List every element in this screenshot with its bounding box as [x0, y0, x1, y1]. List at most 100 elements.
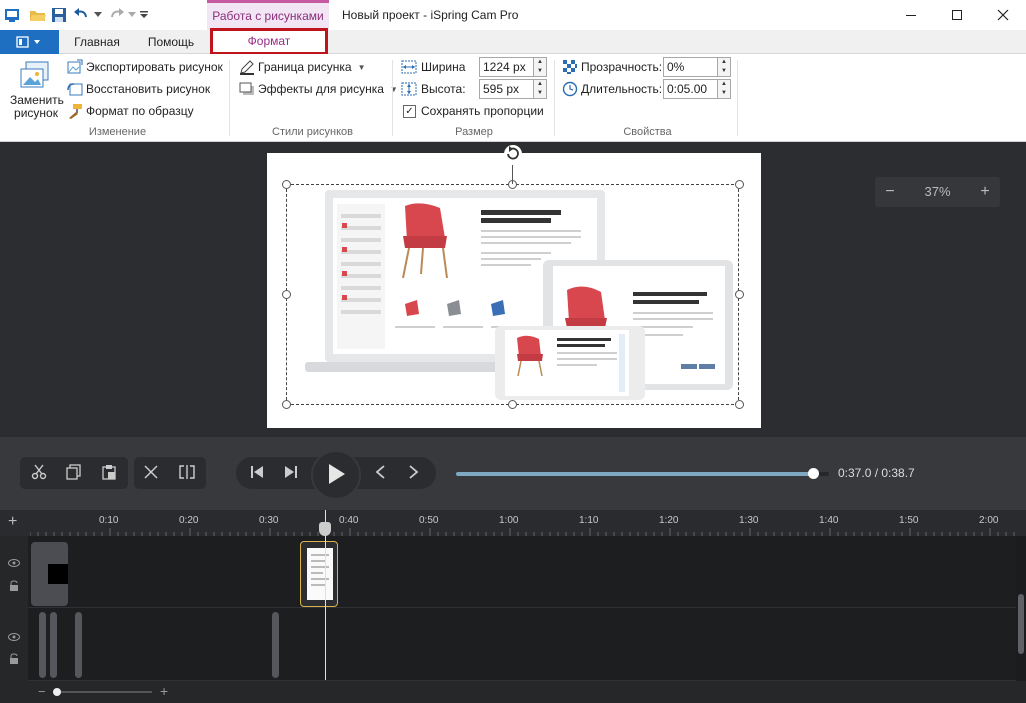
cut-button[interactable]: [22, 457, 56, 489]
audio-clip[interactable]: [272, 612, 279, 678]
audio-clip[interactable]: [39, 612, 46, 678]
picture-border-button[interactable]: Граница рисунка ▼: [239, 57, 366, 77]
ruler-tick-label: 1:10: [579, 515, 599, 526]
picture-effects-button[interactable]: Эффекты для рисунка ▼: [239, 79, 398, 99]
delete-range-button[interactable]: [134, 457, 168, 489]
timeline-vertical-scrollbar[interactable]: [1016, 536, 1026, 681]
selection-frame[interactable]: [286, 184, 739, 405]
redo-dropdown-icon[interactable]: [127, 5, 137, 25]
timeline-ruler[interactable]: + 0:10 0:20 0:30 0:40 0:50 1:00 1:10 1:20 1:30 1:…: [0, 510, 1026, 536]
resize-handle-top-right[interactable]: [735, 180, 744, 189]
transparency-label: Прозрачность:: [581, 60, 663, 74]
split-button[interactable]: [170, 457, 204, 489]
track-audio[interactable]: [0, 608, 1016, 681]
resize-handle-right[interactable]: [735, 290, 744, 299]
paste-button[interactable]: [92, 457, 126, 489]
resize-handle-top-left[interactable]: [282, 180, 291, 189]
next-frame-button[interactable]: [397, 457, 431, 489]
undo-icon[interactable]: [72, 5, 90, 25]
copy-button[interactable]: [57, 457, 91, 489]
group-separator: [554, 60, 555, 136]
ruler-tick-label: 1:30: [739, 515, 759, 526]
clock-icon: [562, 81, 578, 97]
zoom-control: − 37% +: [875, 177, 1000, 207]
width-spinner[interactable]: ▲ ▼: [533, 57, 547, 77]
restore-picture-button[interactable]: Восстановить рисунок: [67, 79, 210, 99]
picture-tools-contextual-tab: Работа с рисунками: [207, 0, 329, 30]
ruler-tick-label: 0:10: [99, 515, 119, 526]
timeline-zoom-knob[interactable]: [53, 688, 61, 696]
playback-progress-bar[interactable]: [456, 468, 829, 479]
file-menu-button[interactable]: [0, 30, 59, 54]
width-label: Ширина: [421, 60, 466, 74]
timeline-zoom-slider[interactable]: [54, 691, 152, 693]
replace-picture-icon: [20, 60, 52, 93]
lock-icon[interactable]: [9, 580, 19, 595]
picture-effects-label: Эффекты для рисунка: [258, 82, 384, 96]
ruler-tick-label: 2:00: [979, 515, 999, 526]
redo-icon[interactable]: [108, 5, 126, 25]
app-icon[interactable]: [4, 5, 20, 25]
rotate-icon[interactable]: [503, 144, 523, 167]
zoom-out-button[interactable]: −: [875, 177, 905, 207]
export-picture-button[interactable]: Экспортировать рисунок: [67, 57, 223, 77]
undo-dropdown-icon[interactable]: [93, 5, 103, 25]
height-input[interactable]: 595 px: [479, 79, 535, 99]
split-icon: [179, 464, 195, 483]
cross-icon: [143, 464, 159, 483]
duration-label: Длительность:: [581, 82, 663, 96]
resize-handle-bottom[interactable]: [508, 400, 517, 409]
replace-picture-label-line2: рисунок: [14, 106, 58, 120]
eye-icon[interactable]: [8, 630, 20, 644]
height-label-row: Высота:: [400, 79, 466, 99]
save-icon[interactable]: [51, 5, 67, 25]
customize-icon[interactable]: [139, 5, 149, 25]
resize-handle-left[interactable]: [282, 290, 291, 299]
open-icon[interactable]: [29, 5, 47, 25]
maximize-button[interactable]: [934, 0, 980, 30]
height-spinner[interactable]: ▲ ▼: [533, 79, 547, 99]
audio-clip[interactable]: [50, 612, 57, 678]
video-clip[interactable]: [31, 542, 68, 606]
timeline-zoom-out-icon[interactable]: −: [38, 684, 46, 699]
play-button[interactable]: [311, 450, 361, 500]
picture-clip[interactable]: [300, 541, 338, 607]
picture-border-dropdown-icon: ▼: [357, 62, 366, 72]
timeline-zoom-in-icon[interactable]: +: [160, 683, 168, 699]
group-separator: [737, 60, 738, 136]
width-input[interactable]: 1224 px: [479, 57, 535, 77]
transparency-spinner[interactable]: ▲ ▼: [717, 57, 731, 77]
zoom-level: 37%: [924, 184, 951, 199]
transparency-input[interactable]: 0%: [663, 57, 719, 77]
go-to-end-button[interactable]: [274, 457, 308, 489]
scrollbar-thumb[interactable]: [1018, 594, 1024, 654]
lock-icon[interactable]: [9, 653, 19, 668]
tab-help[interactable]: Помощь: [140, 30, 202, 54]
keep-proportions-checkbox[interactable]: ✓ Сохранять пропорции: [403, 101, 544, 121]
playhead-handle[interactable]: [319, 522, 331, 536]
resize-handle-bottom-left[interactable]: [282, 400, 291, 409]
player-controls: 0:37.0 / 0:38.7: [0, 437, 1026, 510]
chevron-left-icon: [374, 464, 386, 483]
tab-home[interactable]: Главная: [66, 30, 128, 54]
previous-frame-button[interactable]: [363, 457, 397, 489]
close-button[interactable]: [980, 0, 1026, 30]
replace-picture-button[interactable]: Заменить рисунок: [10, 58, 64, 124]
go-to-start-button[interactable]: [240, 457, 274, 489]
track-video[interactable]: [0, 536, 1016, 608]
progress-knob[interactable]: [807, 468, 819, 479]
eye-icon[interactable]: [8, 556, 20, 570]
minimize-button[interactable]: [888, 0, 934, 30]
resize-handle-bottom-right[interactable]: [735, 400, 744, 409]
zoom-in-button[interactable]: +: [970, 177, 1000, 207]
group-label-change: Изменение: [88, 126, 147, 138]
duration-spinner[interactable]: ▲ ▼: [717, 79, 731, 99]
format-painter-button[interactable]: Формат по образцу: [67, 101, 194, 121]
tab-format[interactable]: Формат: [210, 28, 328, 55]
duration-input[interactable]: 0:05.00: [663, 79, 719, 99]
add-track-button[interactable]: +: [8, 513, 17, 531]
audio-clip[interactable]: [75, 612, 82, 678]
picture-border-label: Граница рисунка: [258, 60, 352, 74]
height-label: Высота:: [421, 82, 466, 96]
track-header: [0, 536, 28, 608]
